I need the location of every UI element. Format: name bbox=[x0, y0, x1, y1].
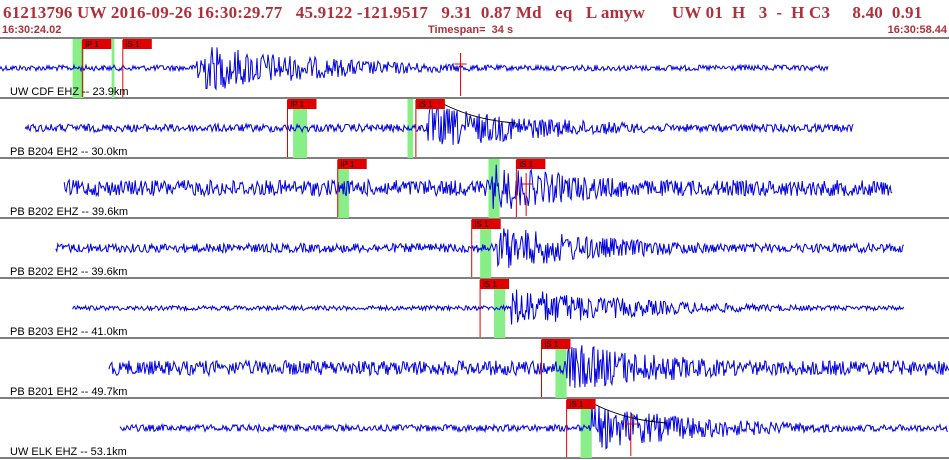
pick-label: iS 1 bbox=[483, 280, 497, 289]
channel-label: PB B202 EH2 -- 39.6km bbox=[10, 266, 127, 278]
channel-label: PB B204 EH2 -- 30.0km bbox=[10, 146, 127, 158]
pick-label: iP 1 bbox=[85, 40, 99, 49]
pick-label: iP 1 bbox=[290, 100, 304, 109]
waveform-trace bbox=[119, 405, 949, 450]
seismogram-plot[interactable]: iP 1 iS 1 UW CDF EHZ -- 23.9km iP 1 iS 1 PB B… bbox=[0, 0, 949, 460]
channel-label: UW ELK EHZ -- 53.1km bbox=[10, 446, 127, 458]
channel-label: PB B202 EHZ -- 39.6km bbox=[10, 206, 128, 218]
waveform-trace bbox=[55, 228, 905, 268]
waveform-trace bbox=[24, 106, 854, 145]
pick-label: iS 1 bbox=[544, 340, 558, 349]
channel-label: PB B201 EH2 -- 49.7km bbox=[10, 386, 127, 398]
waveform-trace bbox=[72, 289, 905, 325]
pick-label: iS 1 bbox=[570, 400, 584, 409]
pick-label: iS 1 bbox=[475, 220, 489, 229]
waveform-trace bbox=[108, 345, 949, 388]
waveform-trace bbox=[0, 47, 829, 91]
pick-label: iS 1 bbox=[419, 100, 433, 109]
pick-label: iS 1 bbox=[519, 160, 533, 169]
channel-label: PB B203 EH2 -- 41.0km bbox=[10, 326, 127, 338]
channel-label: UW CDF EHZ -- 23.9km bbox=[10, 86, 129, 98]
pick-label: iP 1 bbox=[341, 160, 355, 169]
pick-label: iS 1 bbox=[126, 40, 140, 49]
waveform-trace bbox=[63, 164, 893, 209]
